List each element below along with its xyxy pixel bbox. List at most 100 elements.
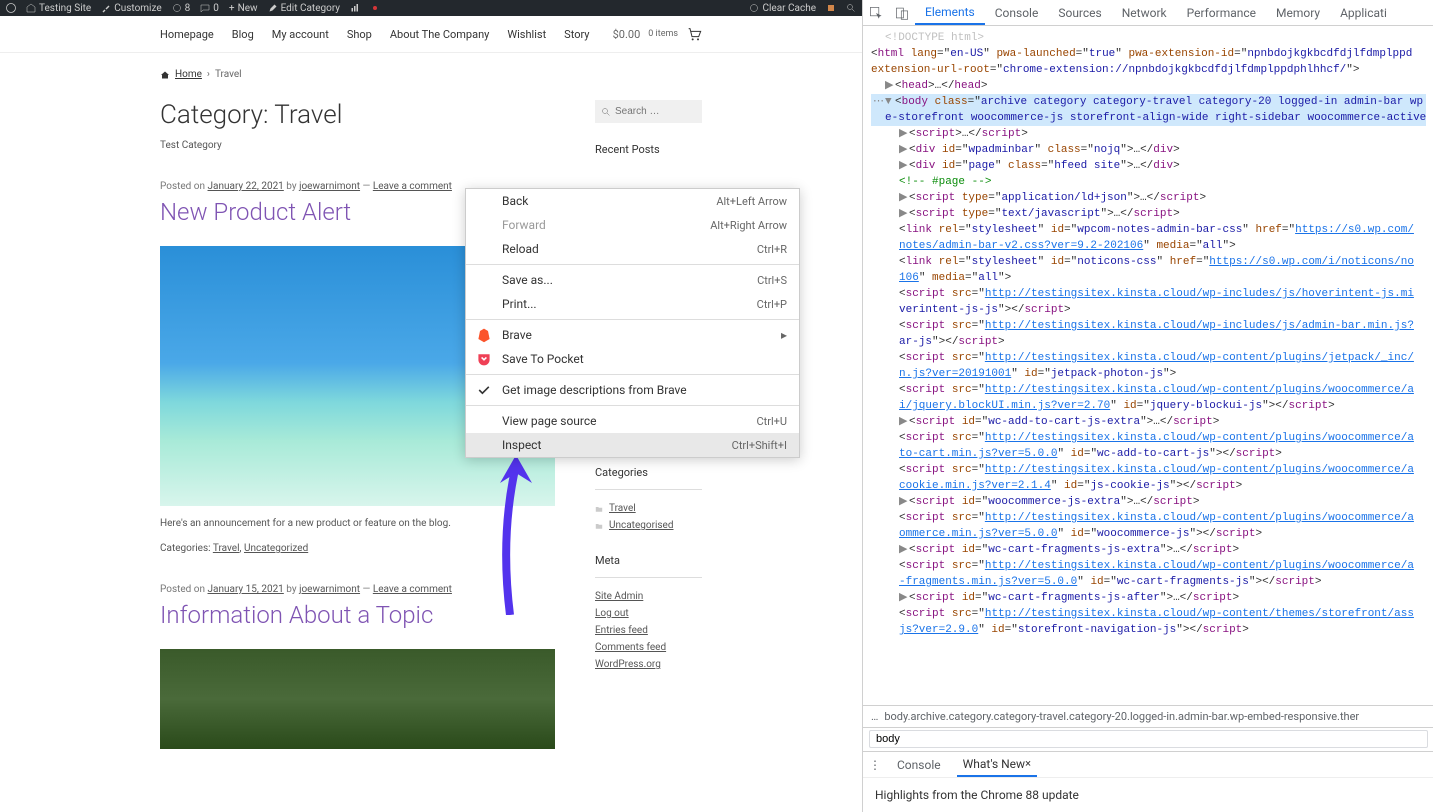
meta-link[interactable]: Log out	[595, 608, 629, 619]
site-header: Homepage Blog My account Shop About The …	[0, 16, 862, 53]
page-title: Category: Travel	[160, 100, 555, 130]
comments-count: 0	[213, 3, 219, 14]
list-item: Uncategorised	[595, 517, 702, 534]
cat-link-uncat[interactable]: Uncategorized	[244, 543, 308, 554]
home-icon	[160, 70, 170, 80]
nav-shop[interactable]: Shop	[347, 28, 372, 41]
cart-amount: $0.00	[613, 28, 641, 41]
wp-logo-icon[interactable]	[6, 3, 16, 13]
admin-notif-icon[interactable]	[370, 3, 380, 13]
post-comment-link[interactable]: Leave a comment	[373, 584, 452, 595]
filter-input[interactable]	[869, 730, 1428, 748]
ctx-imgdesc[interactable]: Get image descriptions from Brave	[466, 378, 799, 402]
breadcrumb-home[interactable]: Home	[175, 69, 202, 80]
admin-edit[interactable]: Edit Category	[268, 3, 340, 14]
search-widget[interactable]	[595, 100, 702, 123]
devtools-panel: Elements Console Sources Network Perform…	[862, 0, 1433, 812]
cart-items: 0 items	[648, 29, 678, 39]
ctx-forward[interactable]: ForwardAlt+Right Arrow	[466, 213, 799, 237]
nav-account[interactable]: My account	[272, 28, 329, 41]
post-date-link[interactable]: January 22, 2021	[208, 181, 284, 192]
updates-count: 8	[185, 3, 191, 14]
cache-label: Clear Cache	[762, 3, 816, 14]
post-title[interactable]: Information About a Topic	[160, 601, 555, 629]
devtools-filter	[863, 727, 1433, 751]
tab-memory[interactable]: Memory	[1266, 0, 1330, 25]
admin-search-icon[interactable]	[846, 3, 856, 13]
post-comment-link[interactable]: Leave a comment	[373, 181, 452, 192]
post-categories: Categories: Travel, Uncategorized	[160, 543, 555, 554]
tab-elements[interactable]: Elements	[915, 0, 985, 25]
devtools-breadcrumb[interactable]: … body.archive.category.category-travel.…	[863, 705, 1433, 727]
ctx-inspect[interactable]: InspectCtrl+Shift+I	[466, 433, 799, 457]
post-date-link[interactable]: January 15, 2021	[208, 584, 284, 595]
inspect-element-icon[interactable]	[863, 0, 889, 25]
meta-link[interactable]: Entries feed	[595, 625, 648, 636]
admin-cache[interactable]: Clear Cache	[749, 3, 816, 14]
drawer-tabs: ⋮ Console What's New ×	[863, 751, 1433, 777]
category-description: Test Category	[160, 140, 555, 151]
tab-network[interactable]: Network	[1112, 0, 1177, 25]
elements-tree[interactable]: <!DOCTYPE html> <html lang="en-US" pwa-l…	[863, 26, 1433, 705]
admin-new[interactable]: + New	[229, 3, 258, 14]
widget-title-recent: Recent Posts	[595, 143, 702, 156]
ctx-pocket[interactable]: Save To Pocket	[466, 347, 799, 371]
admin-stats-icon[interactable]	[350, 3, 360, 13]
ctx-print[interactable]: Print...Ctrl+P	[466, 292, 799, 316]
nav-about[interactable]: About The Company	[390, 28, 490, 41]
admin-site-name[interactable]: Testing Site	[26, 3, 91, 14]
list-item: Travel	[595, 500, 702, 517]
list-item: Comments feed	[595, 639, 702, 656]
tab-sources[interactable]: Sources	[1048, 0, 1111, 25]
cart-link[interactable]: $0.00 0 items	[613, 26, 702, 42]
nav-wishlist[interactable]: Wishlist	[507, 28, 546, 41]
crumb-body[interactable]: body.archive.category.category-travel.ca…	[884, 710, 1359, 723]
drawer-tab-whatsnew[interactable]: What's New ×	[957, 752, 1037, 777]
browser-viewport: Testing Site Customize 8 0 + New Edit Ca…	[0, 0, 862, 812]
crumb-ellipsis: …	[871, 710, 878, 723]
drawer-menu-icon[interactable]: ⋮	[869, 758, 881, 772]
cat-link-travel[interactable]: Travel	[213, 543, 240, 554]
folder-icon	[595, 505, 603, 513]
pocket-icon	[476, 351, 492, 367]
tab-performance[interactable]: Performance	[1177, 0, 1266, 25]
ctx-saveas[interactable]: Save as...Ctrl+S	[466, 268, 799, 292]
cat-link[interactable]: Uncategorised	[609, 520, 674, 531]
close-icon[interactable]: ×	[1025, 757, 1031, 770]
device-toggle-icon[interactable]	[889, 0, 915, 25]
ctx-separator	[466, 264, 799, 265]
ctx-back[interactable]: BackAlt+Left Arrow	[466, 189, 799, 213]
ctx-reload[interactable]: ReloadCtrl+R	[466, 237, 799, 261]
nav-blog[interactable]: Blog	[232, 28, 254, 41]
drawer-body: Highlights from the Chrome 88 update	[863, 777, 1433, 812]
meta-link[interactable]: Comments feed	[595, 642, 666, 653]
meta-link[interactable]: Site Admin	[595, 591, 643, 602]
breadcrumb: Home › Travel	[0, 53, 862, 80]
post-featured-image[interactable]	[160, 649, 555, 749]
admin-updates[interactable]: 8	[172, 3, 191, 14]
search-input[interactable]	[615, 106, 695, 117]
ctx-source[interactable]: View page sourceCtrl+U	[466, 409, 799, 433]
cat-link[interactable]: Travel	[609, 503, 636, 514]
ctx-brave[interactable]: Brave▸	[466, 323, 799, 347]
post-author-link[interactable]: joewarnimont	[299, 181, 360, 192]
tab-console[interactable]: Console	[985, 0, 1049, 25]
search-icon	[601, 107, 611, 117]
breadcrumb-sep: ›	[207, 69, 210, 80]
ctx-separator	[466, 374, 799, 375]
check-icon	[476, 382, 492, 398]
meta-link[interactable]: WordPress.org	[595, 659, 661, 670]
breadcrumb-current: Travel	[215, 69, 242, 80]
nav-story[interactable]: Story	[564, 28, 589, 41]
post-excerpt: Here's an announcement for a new product…	[160, 518, 555, 529]
tab-application[interactable]: Applicati	[1330, 0, 1397, 25]
nav-homepage[interactable]: Homepage	[160, 28, 214, 41]
ctx-separator	[466, 405, 799, 406]
admin-comments[interactable]: 0	[200, 3, 219, 14]
folder-icon	[595, 522, 603, 530]
wp-admin-bar[interactable]: Testing Site Customize 8 0 + New Edit Ca…	[0, 0, 862, 16]
drawer-tab-console[interactable]: Console	[891, 752, 947, 777]
post-author-link[interactable]: joewarnimont	[299, 584, 360, 595]
admin-user-icon[interactable]	[826, 3, 836, 13]
admin-customize[interactable]: Customize	[101, 3, 161, 14]
